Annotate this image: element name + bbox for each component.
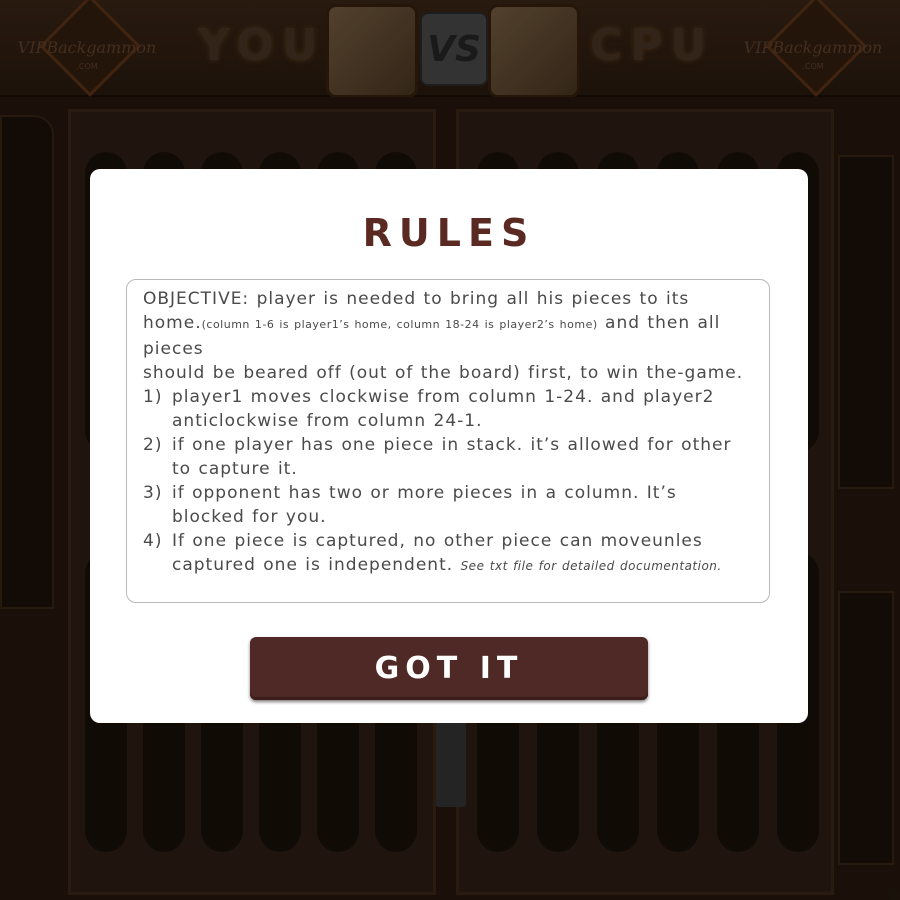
rules-dialog: RULES OBJECTIVE: player is needed to bri…	[90, 169, 808, 723]
documentation-note: See txt file for detailed documentation.	[460, 559, 722, 573]
rule-number: 1)	[143, 387, 163, 407]
got-it-button[interactable]: GOT IT	[250, 637, 648, 700]
rule-item: 3) if opponent has two or more pieces in…	[143, 481, 755, 529]
objective-line2: should be beared off (out of the board) …	[143, 363, 744, 383]
rule-item: 2) if one player has one piece in stack.…	[143, 433, 755, 481]
rule-number: 2)	[143, 435, 163, 455]
dialog-title: RULES	[362, 211, 536, 255]
rule-text: if one player has one piece in stack. it…	[172, 435, 732, 479]
rule-text: player1 moves clockwise from column 1-24…	[172, 387, 715, 431]
rule-text: if opponent has two or more pieces in a …	[172, 483, 677, 527]
rules-text-box[interactable]: OBJECTIVE: player is needed to bring all…	[126, 279, 770, 603]
rule-item: 4) If one piece is captured, no other pi…	[143, 529, 755, 578]
objective-home-note: (column 1-6 is player1’s home, column 18…	[201, 318, 598, 331]
rule-number: 3)	[143, 483, 163, 503]
rule-item: 1) player1 moves clockwise from column 1…	[143, 385, 755, 433]
objective-paragraph: OBJECTIVE: player is needed to bring all…	[143, 287, 755, 361]
rule-text: If one piece is captured, no other piece…	[172, 529, 755, 578]
rule-number: 4)	[143, 531, 163, 551]
